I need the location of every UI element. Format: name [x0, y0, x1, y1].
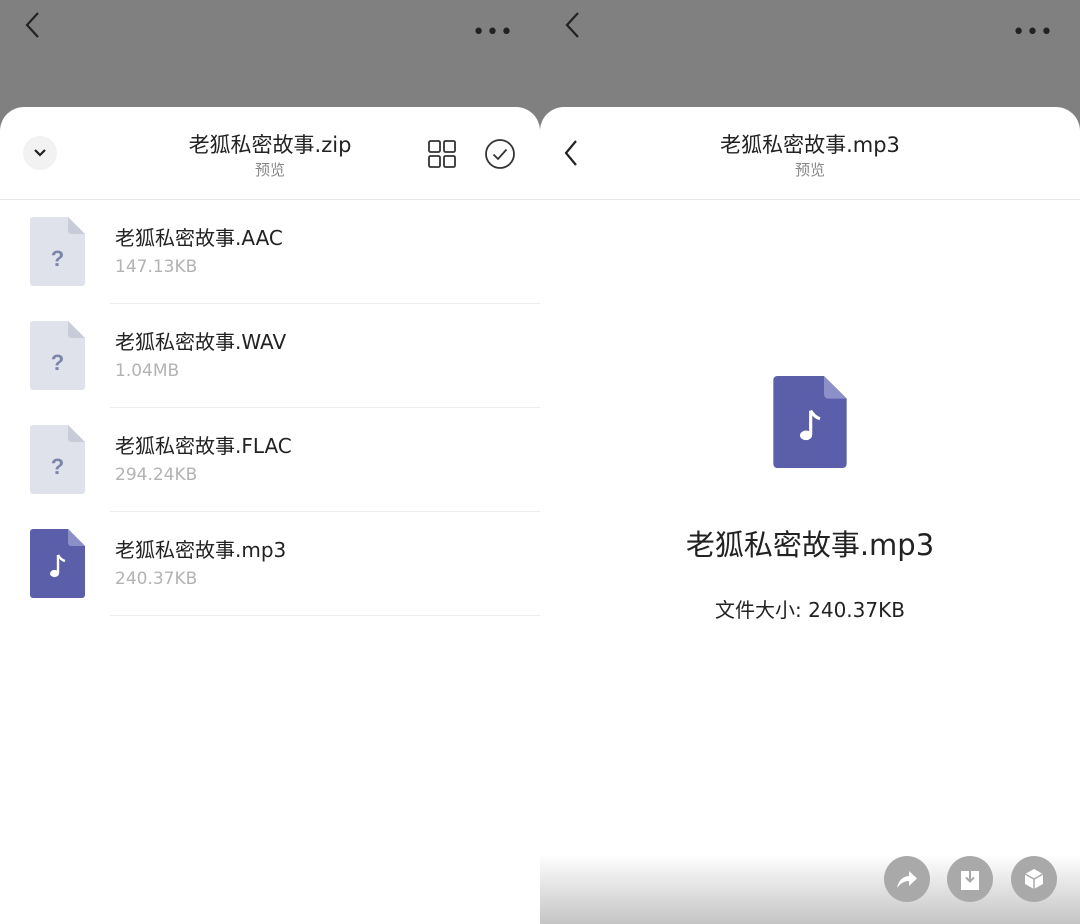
- sheet-title: 老狐私密故事.zip: [188, 133, 352, 157]
- bottom-action-bar: [540, 854, 1080, 924]
- cube-icon: [1024, 869, 1044, 889]
- sheet-header: 老狐私密故事.mp3 预览: [540, 107, 1080, 200]
- file-name: 老狐私密故事.AAC: [115, 226, 283, 250]
- svg-text:?: ?: [51, 454, 64, 479]
- download-button[interactable]: [947, 856, 993, 902]
- right-top-bar: •••: [540, 0, 1080, 107]
- file-list-item[interactable]: ? 老狐私密故事.AAC 147.13KB: [0, 200, 540, 304]
- more-icon[interactable]: •••: [1012, 20, 1054, 45]
- file-size: 240.37KB: [115, 569, 198, 589]
- sheet-title: 老狐私密故事.mp3: [720, 133, 900, 157]
- grid-view-icon[interactable]: [428, 140, 456, 168]
- file-preview-sheet: 老狐私密故事.mp3 预览 老狐私密故事.mp3 文件大小: 240.37KB: [540, 107, 1080, 924]
- file-list-item[interactable]: ? 老狐私密故事.WAV 1.04MB: [0, 304, 540, 408]
- file-name: 老狐私密故事.mp3: [685, 528, 935, 562]
- open-with-app-button[interactable]: [1011, 856, 1057, 902]
- divider: [110, 615, 540, 616]
- file-name: 老狐私密故事.WAV: [115, 330, 287, 354]
- file-size: 294.24KB: [115, 465, 198, 485]
- select-check-icon[interactable]: [484, 138, 516, 170]
- audio-file-icon: [773, 376, 847, 468]
- file-name: 老狐私密故事.mp3: [115, 538, 287, 562]
- back-icon[interactable]: [562, 10, 586, 40]
- svg-text:?: ?: [51, 350, 64, 375]
- unknown-file-icon: ?: [30, 425, 85, 494]
- file-size: 文件大小: 240.37KB: [715, 598, 905, 622]
- sheet-subtitle: 预览: [794, 161, 825, 179]
- left-top-bar: •••: [0, 0, 540, 107]
- share-icon: [897, 871, 917, 888]
- file-size: 147.13KB: [115, 257, 198, 277]
- svg-text:?: ?: [51, 246, 64, 271]
- sheet-header: 老狐私密故事.zip 预览: [0, 107, 540, 200]
- sheet-subtitle: 预览: [254, 161, 285, 179]
- audio-file-icon: [30, 529, 85, 598]
- file-list-item[interactable]: ? 老狐私密故事.FLAC 294.24KB: [0, 408, 540, 512]
- file-size: 1.04MB: [115, 361, 180, 381]
- download-icon: [961, 871, 979, 890]
- zip-preview-sheet: 老狐私密故事.zip 预览 ? 老狐私密故事.AAC 147.13KB ? 老狐…: [0, 107, 540, 924]
- share-button[interactable]: [884, 856, 930, 902]
- file-name: 老狐私密故事.FLAC: [115, 434, 292, 458]
- file-list-item[interactable]: 老狐私密故事.mp3 240.37KB: [0, 512, 540, 616]
- unknown-file-icon: ?: [30, 321, 85, 390]
- more-icon[interactable]: •••: [472, 20, 514, 45]
- unknown-file-icon: ?: [30, 217, 85, 286]
- back-icon[interactable]: [22, 10, 46, 40]
